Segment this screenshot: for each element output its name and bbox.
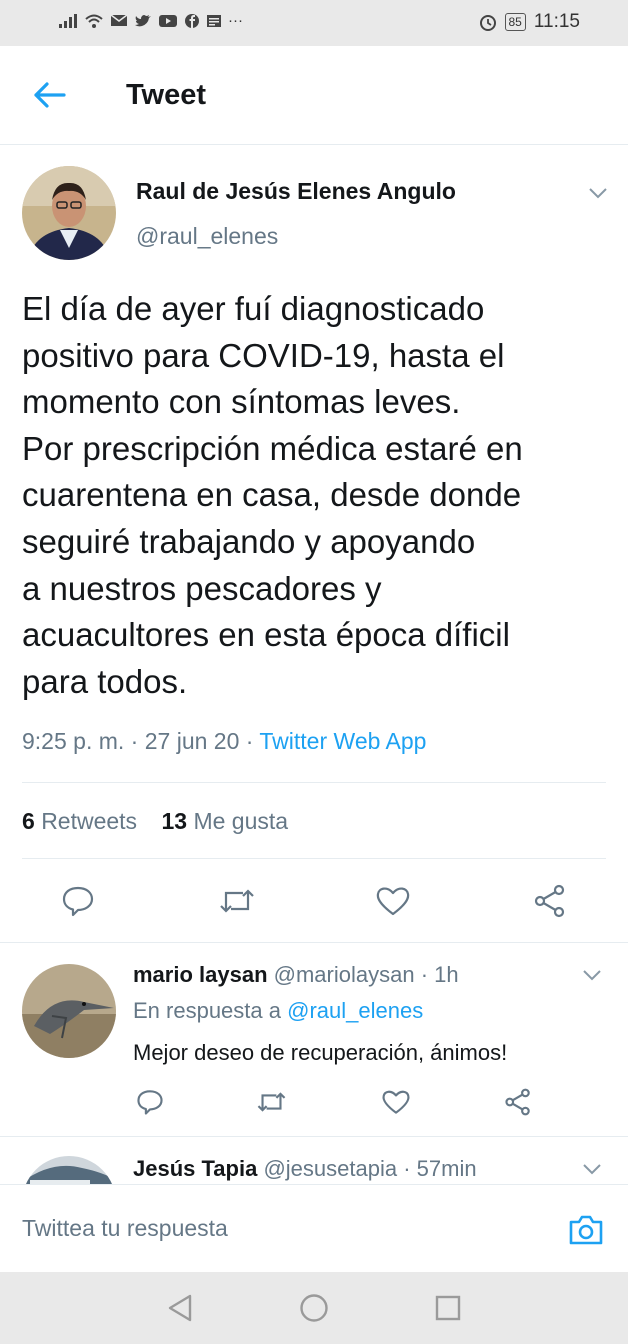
author-handle[interactable]: @raul_elenes	[136, 223, 278, 250]
reply-context: En respuesta a @raul_elenes	[133, 998, 423, 1024]
retweets-count: 6	[22, 808, 35, 834]
reply-author-name[interactable]: Jesús Tapia	[133, 1156, 257, 1181]
retweets-label: Retweets	[41, 808, 138, 834]
meta-separator: ·	[397, 1156, 417, 1181]
tweet-meta: 9:25 p. m. · 27 jun 20 · Twitter Web App	[22, 728, 426, 755]
tweet-line: cuarentena en casa, desde donde	[22, 476, 522, 514]
system-nav-bar	[0, 1272, 628, 1344]
tweet-line: momento con síntomas leves.	[22, 383, 461, 421]
more-notifications: ···	[228, 12, 243, 29]
reply-author-handle[interactable]: @jesusetapia	[263, 1156, 397, 1181]
retweet-icon[interactable]	[256, 1088, 287, 1116]
facebook-icon	[185, 13, 199, 28]
like-heart-icon[interactable]	[381, 1088, 411, 1116]
meta-separator: ·	[239, 728, 260, 754]
page-title: Tweet	[126, 79, 207, 111]
tweet-line: acuacultores en esta época díficil	[22, 616, 510, 654]
news-icon	[207, 14, 221, 27]
tweet-stats: 6 Retweets 13 Me gusta	[22, 808, 288, 835]
reply-header: mario laysan @mariolaysan · 1h	[133, 962, 459, 988]
reply-icon[interactable]	[136, 1088, 164, 1116]
meta-separator: ·	[414, 962, 435, 987]
likes-label: Me gusta	[193, 808, 289, 834]
tweet-line: seguiré trabajando y apoyando	[22, 522, 476, 560]
status-bar: ··· 85 11:15	[0, 0, 628, 46]
retweet-icon[interactable]	[218, 884, 256, 918]
tweet-source-link[interactable]: Twitter Web App	[259, 728, 426, 754]
likes-stat[interactable]: 13 Me gusta	[161, 808, 288, 834]
reply-time: 1h	[434, 962, 459, 987]
youtube-icon	[159, 15, 177, 27]
reply-to-label: En respuesta a	[133, 998, 281, 1023]
divider	[22, 858, 606, 859]
reply-author-name[interactable]: mario laysan	[133, 962, 268, 987]
clock: 11:15	[533, 11, 580, 32]
tweet-body: El día de ayer fuí diagnosticado positiv…	[22, 286, 612, 705]
battery-indicator: 85	[504, 13, 526, 31]
tweet-line: a nuestros pescadores y	[22, 569, 382, 607]
share-icon[interactable]	[532, 884, 568, 918]
back-arrow-icon[interactable]	[32, 80, 66, 110]
reply-composer[interactable]: Twittea tu respuesta	[0, 1184, 628, 1273]
chevron-down-icon[interactable]	[582, 1162, 602, 1176]
reply-input[interactable]: Twittea tu respuesta	[22, 1215, 228, 1242]
reply-avatar[interactable]	[22, 964, 116, 1058]
tweet-line: El día de ayer fuí diagnosticado	[22, 290, 485, 327]
tweet-line: positivo para COVID-19, hasta el	[22, 336, 505, 374]
reply-author-handle[interactable]: @mariolaysan	[274, 962, 415, 987]
tweet-line: Por prescripción médica estaré en	[22, 429, 523, 467]
chevron-down-icon[interactable]	[588, 186, 608, 200]
share-icon[interactable]	[503, 1088, 533, 1116]
tweet-date: 27 jun 20	[144, 728, 240, 754]
reply-text: Mejor deseo de recuperación, ánimos!	[133, 1040, 508, 1065]
signal-icon	[59, 13, 77, 28]
alarm-icon	[479, 15, 496, 31]
tweet-time: 9:25 p. m.	[22, 728, 125, 754]
author-name[interactable]: Raul de Jesús Elenes Angulo	[136, 178, 456, 205]
divider	[0, 942, 628, 943]
likes-count: 13	[161, 808, 188, 834]
divider	[0, 1136, 628, 1137]
camera-icon[interactable]	[567, 1213, 605, 1247]
reply-header: Jesús Tapia @jesusetapia · 57min	[133, 1156, 477, 1182]
retweets-stat[interactable]: 6 Retweets	[22, 808, 137, 834]
top-header: Tweet	[0, 46, 628, 145]
divider	[22, 782, 606, 783]
recents-square-icon[interactable]	[434, 1294, 462, 1322]
home-circle-icon[interactable]	[299, 1293, 329, 1323]
reply-time: 57min	[416, 1156, 477, 1181]
chevron-down-icon[interactable]	[582, 968, 602, 982]
status-icons: ···	[58, 12, 243, 29]
back-triangle-icon[interactable]	[166, 1293, 194, 1323]
reply-icon[interactable]	[61, 884, 95, 918]
author-avatar[interactable]	[22, 166, 116, 260]
mail-icon	[110, 14, 128, 26]
tweet-line: para todos.	[22, 662, 188, 700]
reply-to-link[interactable]: @raul_elenes	[287, 998, 423, 1023]
like-heart-icon[interactable]	[375, 884, 411, 918]
wifi-icon	[85, 14, 103, 28]
twitter-icon	[135, 15, 151, 27]
meta-separator: ·	[124, 728, 145, 754]
